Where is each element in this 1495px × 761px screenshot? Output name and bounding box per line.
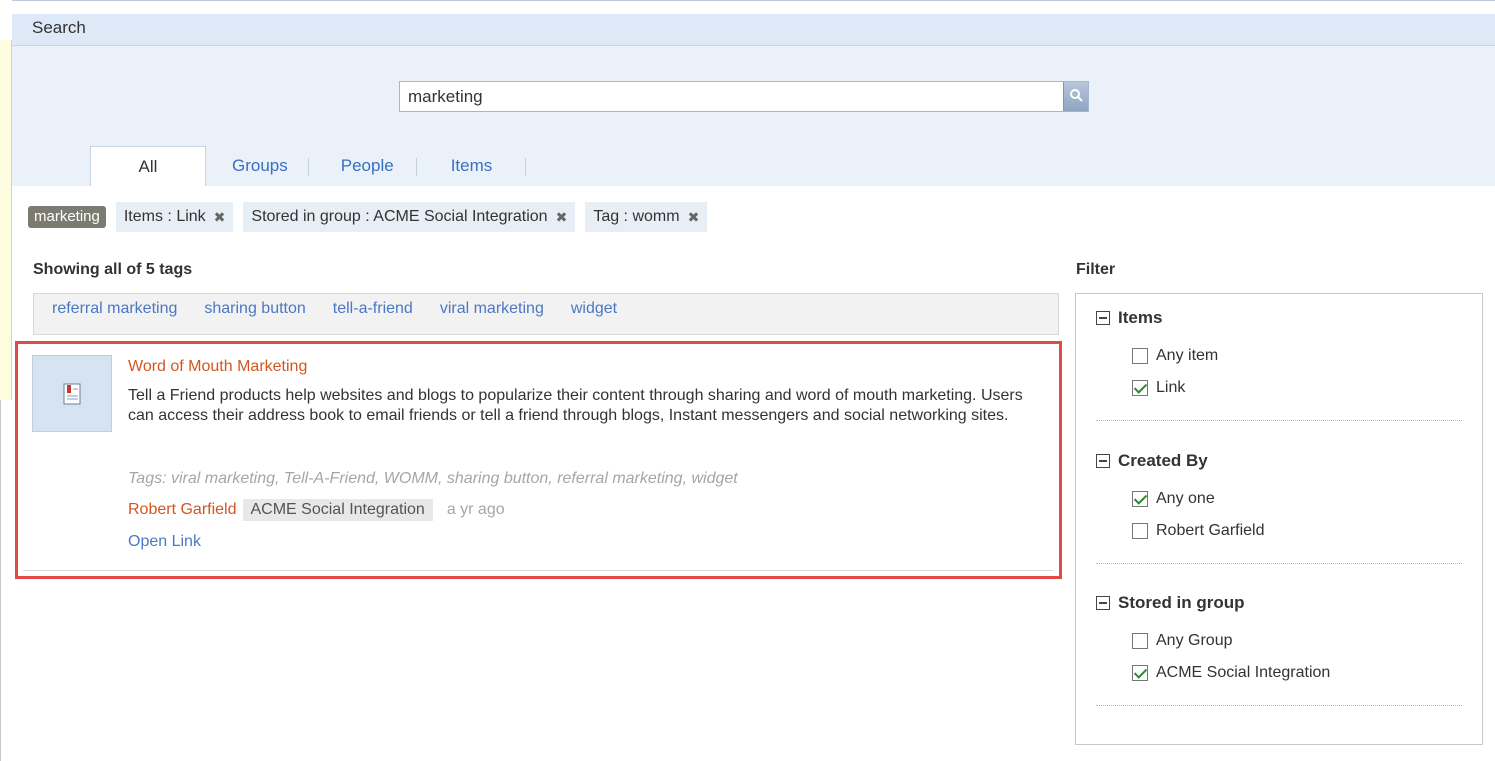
left-sidebar-strip: [0, 40, 12, 400]
filter-option[interactable]: Any item: [1132, 340, 1462, 372]
filter-section-title: Items: [1118, 308, 1163, 327]
filter-option-label: ACME Social Integration: [1156, 664, 1331, 681]
tab-separator: [525, 158, 527, 176]
tag-link[interactable]: sharing button: [204, 300, 305, 318]
tag-link[interactable]: viral marketing: [440, 300, 544, 318]
checkbox-checked[interactable]: [1132, 380, 1148, 396]
tab-items[interactable]: Items: [451, 146, 493, 186]
filter-option-label: Any Group: [1156, 632, 1233, 649]
chip-label: Items : Link: [123, 208, 206, 225]
result-meta: Robert Garfield ACME Social Integration …: [128, 499, 505, 521]
checkbox-checked[interactable]: [1132, 491, 1148, 507]
active-filter-chips: marketing Items : Link ✖ Stored in group…: [28, 202, 708, 232]
query-chip: marketing: [28, 206, 106, 228]
result-tags: Tags: viral marketing, Tell-A-Friend, WO…: [128, 470, 738, 487]
search-button[interactable]: [1063, 82, 1088, 111]
checkbox[interactable]: [1132, 348, 1148, 364]
divider: [1096, 420, 1462, 421]
results-summary: Showing all of 5 tags: [33, 261, 193, 278]
collapse-icon[interactable]: [1096, 596, 1110, 610]
filter-section-created-by: Created By Any one Robert Garfield: [1096, 449, 1462, 564]
filter-option-label: Any one: [1156, 490, 1215, 507]
result-item: Word of Mouth Marketing Tell a Friend pr…: [15, 341, 1062, 579]
search-tabs: All Groups People Items: [90, 146, 527, 186]
filter-option-label: Robert Garfield: [1156, 522, 1265, 539]
tab-people[interactable]: People: [341, 146, 394, 186]
checkbox-checked[interactable]: [1132, 665, 1148, 681]
open-link[interactable]: Open Link: [128, 533, 201, 551]
collapse-icon[interactable]: [1096, 454, 1110, 468]
timestamp: a yr ago: [446, 501, 505, 518]
tab-separator: [307, 158, 309, 176]
tab-groups[interactable]: Groups: [232, 146, 288, 186]
chip-label: Stored in group : ACME Social Integratio…: [251, 208, 548, 225]
tab-separator: [415, 158, 417, 176]
group-badge[interactable]: ACME Social Integration: [242, 499, 433, 521]
filter-section-title: Created By: [1118, 451, 1208, 470]
filter-section-stored-in-group: Stored in group Any Group ACME Social In…: [1096, 591, 1462, 706]
author-link[interactable]: Robert Garfield: [128, 501, 237, 519]
checkbox[interactable]: [1132, 633, 1148, 649]
tag-cloud: referral marketing sharing button tell-a…: [33, 293, 1059, 335]
document-icon: [63, 383, 81, 405]
collapse-icon[interactable]: [1096, 311, 1110, 325]
filter-chip-tag: Tag : womm ✖: [585, 202, 708, 232]
remove-chip-icon[interactable]: ✖: [556, 209, 568, 226]
filter-section-items: Items Any item Link: [1096, 306, 1462, 421]
tag-link[interactable]: tell-a-friend: [333, 300, 413, 318]
filter-panel: Items Any item Link Created By Any one R…: [1075, 293, 1483, 745]
search-icon: [1070, 89, 1083, 102]
remove-chip-icon[interactable]: ✖: [688, 209, 700, 226]
page-title: Search: [32, 18, 86, 37]
filter-chip-group: Stored in group : ACME Social Integratio…: [243, 202, 576, 232]
left-border-line: [0, 400, 1, 761]
divider: [23, 570, 1053, 571]
search-box: [399, 81, 1089, 112]
search-input[interactable]: [400, 82, 1065, 111]
filter-option-label: Link: [1156, 379, 1186, 396]
result-description: Tell a Friend products help websites and…: [128, 387, 1023, 424]
tag-link[interactable]: widget: [571, 300, 617, 318]
filter-section-title: Stored in group: [1118, 593, 1245, 612]
title-bar: Search: [12, 14, 1495, 46]
tab-all[interactable]: All: [90, 146, 206, 186]
filter-option[interactable]: Any Group: [1132, 625, 1462, 657]
result-title-link[interactable]: Word of Mouth Marketing: [128, 358, 307, 376]
chip-label: Tag : womm: [593, 208, 680, 225]
filter-option[interactable]: Any one: [1132, 483, 1462, 515]
filter-option[interactable]: Robert Garfield: [1132, 515, 1462, 547]
divider: [1096, 563, 1462, 564]
tag-link[interactable]: referral marketing: [52, 300, 177, 318]
divider: [1096, 705, 1462, 706]
filter-option-label: Any item: [1156, 347, 1219, 364]
result-thumbnail: [32, 355, 112, 432]
filter-option[interactable]: Link: [1132, 372, 1462, 404]
filter-chip-items: Items : Link ✖: [115, 202, 234, 232]
checkbox[interactable]: [1132, 523, 1148, 539]
remove-chip-icon[interactable]: ✖: [214, 209, 226, 226]
filter-title: Filter: [1076, 261, 1116, 278]
filter-option[interactable]: ACME Social Integration: [1132, 657, 1462, 689]
